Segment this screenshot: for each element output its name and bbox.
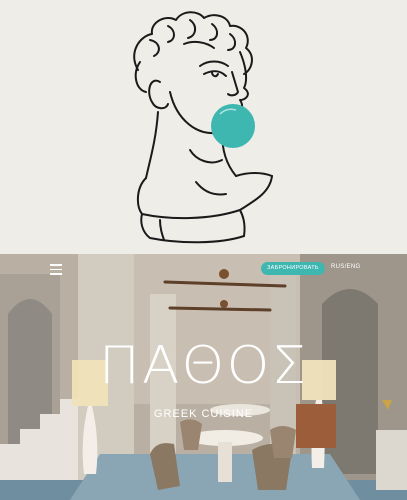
venue-hero-section: ЗАБРОНИРОВАТЬ RUS/ENG ΠΑΘΟΣ GREEK CUISIN…	[0, 254, 407, 500]
statue-bubblegum-icon	[133, 11, 273, 244]
language-switch[interactable]: RUS/ENG	[331, 264, 360, 270]
restaurant-logo-subtitle: GREEK CUISINE	[153, 408, 254, 420]
hamburger-icon[interactable]	[50, 264, 66, 275]
restaurant-logo-title: ΠΑΘΟΣ	[98, 336, 309, 396]
illustration-section	[0, 0, 407, 254]
book-table-button[interactable]: ЗАБРОНИРОВАТЬ	[261, 262, 325, 275]
